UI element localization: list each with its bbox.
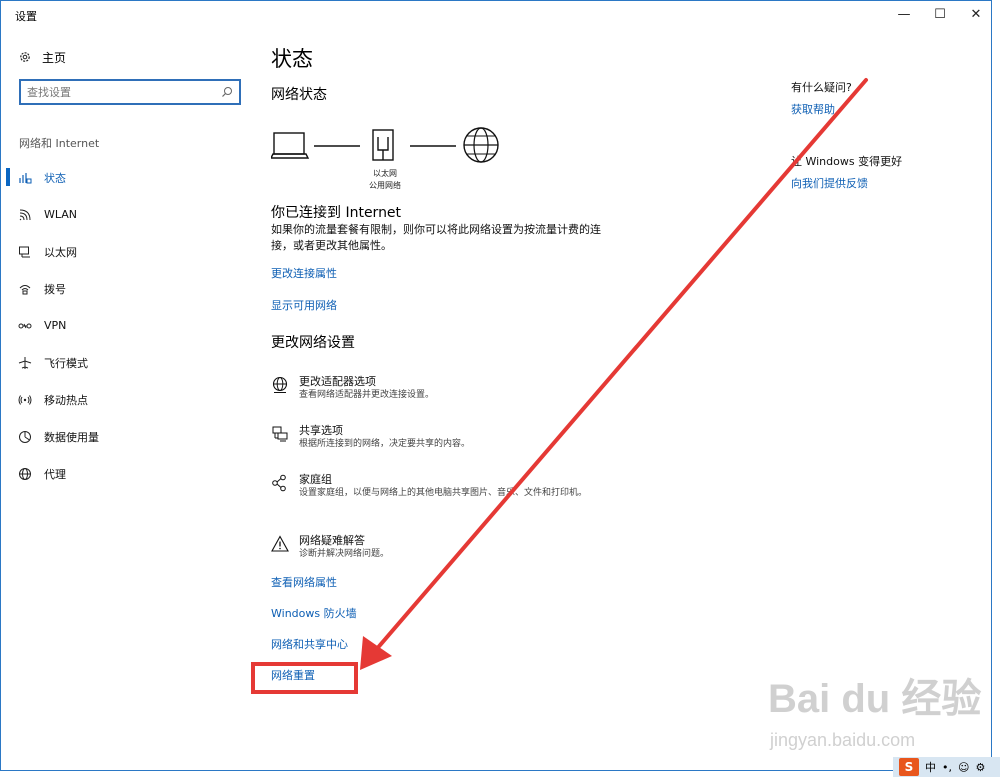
setting-description: 根据所连接到的网络，决定要共享的内容。 bbox=[299, 439, 471, 449]
hotspot-icon bbox=[18, 393, 32, 407]
data-usage-icon bbox=[18, 430, 32, 444]
sidebar-item-label: 飞行模式 bbox=[44, 356, 88, 370]
title-bar: 设置 — ☐ ✕ bbox=[1, 1, 991, 31]
sidebar-item-data-usage[interactable]: 数据使用量 bbox=[1, 418, 251, 455]
sidebar-item-label: 代理 bbox=[44, 467, 66, 481]
sidebar-item-label: 数据使用量 bbox=[44, 430, 99, 444]
connected-title: 你已连接到 Internet bbox=[271, 205, 402, 221]
settings-window: 设置 — ☐ ✕ 主页 网络和 Internet 状态 bbox=[0, 0, 992, 771]
network-sharing-center-link[interactable]: 网络和共享中心 bbox=[271, 636, 348, 652]
ethernet-label: 以太网 公用网络 bbox=[367, 168, 403, 192]
sidebar-item-label: 状态 bbox=[44, 171, 66, 185]
warning-icon bbox=[271, 535, 289, 553]
show-available-networks-link[interactable]: 显示可用网络 bbox=[271, 297, 337, 313]
ethernet-name: 以太网 bbox=[373, 169, 397, 178]
connected-description: 如果你的流量套餐有限制，则你可以将此网络设置为按流量计费的连接，或者更改其他属性… bbox=[271, 223, 601, 252]
proxy-icon bbox=[18, 467, 32, 481]
sidebar-item-wlan[interactable]: WLAN bbox=[1, 196, 251, 233]
sidebar-item-proxy[interactable]: 代理 bbox=[1, 455, 251, 492]
network-status-heading: 网络状态 bbox=[271, 87, 327, 103]
setting-adapter-options[interactable]: 更改适配器选项 查看网络适配器并更改连接设置。 bbox=[271, 374, 631, 402]
home-label: 主页 bbox=[42, 50, 67, 65]
minimize-button[interactable]: — bbox=[887, 1, 921, 27]
wlan-icon bbox=[18, 208, 32, 222]
feedback-link[interactable]: 向我们提供反馈 bbox=[791, 175, 868, 191]
annotation-highlight-box bbox=[251, 662, 358, 694]
sidebar-item-label: WLAN bbox=[44, 208, 78, 221]
setting-title: 家庭组 bbox=[299, 473, 332, 486]
sogou-ime-icon[interactable]: S bbox=[899, 758, 919, 776]
window-title: 设置 bbox=[15, 10, 37, 23]
punctuation-icon[interactable]: •, bbox=[942, 761, 952, 774]
search-input[interactable] bbox=[27, 85, 207, 99]
sidebar-item-airplane[interactable]: 飞行模式 bbox=[1, 344, 251, 381]
globe-icon bbox=[463, 127, 499, 163]
change-connection-properties-link[interactable]: 更改连接属性 bbox=[271, 265, 337, 281]
system-tray: S 中 •, ☺ ⚙ bbox=[893, 757, 1000, 777]
setting-description: 查看网络适配器并更改连接设置。 bbox=[299, 390, 435, 400]
sidebar-item-dialup[interactable]: 拨号 bbox=[1, 270, 251, 307]
sidebar-item-status[interactable]: 状态 bbox=[1, 159, 251, 196]
gear-icon bbox=[18, 50, 32, 64]
emoji-icon[interactable]: ☺ bbox=[958, 761, 969, 774]
question-heading: 有什么疑问? bbox=[791, 81, 852, 94]
setting-title: 网络疑难解答 bbox=[299, 534, 365, 547]
setting-sharing-options[interactable]: 共享选项 根据所连接到的网络，决定要共享的内容。 bbox=[271, 423, 631, 451]
search-box[interactable] bbox=[19, 79, 241, 105]
ethernet-port-icon bbox=[372, 129, 394, 161]
sidebar-item-ethernet[interactable]: 以太网 bbox=[1, 233, 251, 270]
homegroup-icon bbox=[271, 474, 289, 492]
sidebar-item-hotspot[interactable]: 移动热点 bbox=[1, 381, 251, 418]
view-network-properties-link[interactable]: 查看网络属性 bbox=[271, 574, 337, 590]
sidebar: 主页 网络和 Internet 状态 WLAN bbox=[1, 31, 251, 770]
sidebar-item-label: VPN bbox=[44, 319, 67, 332]
setting-homegroup[interactable]: 家庭组 设置家庭组，以便与网络上的其他电脑共享图片、音乐、文件和打印机。 bbox=[271, 472, 631, 500]
section-label: 网络和 Internet bbox=[19, 137, 100, 150]
ethernet-icon bbox=[18, 245, 32, 259]
sidebar-item-vpn[interactable]: VPN bbox=[1, 307, 251, 344]
sidebar-item-label: 移动热点 bbox=[44, 393, 88, 407]
airplane-icon bbox=[18, 356, 32, 370]
network-profile: 公用网络 bbox=[369, 181, 401, 190]
setting-description: 诊断并解决网络问题。 bbox=[299, 549, 390, 559]
improve-windows-heading: 让 Windows 变得更好 bbox=[791, 155, 903, 168]
windows-firewall-link[interactable]: Windows 防火墙 bbox=[271, 605, 357, 621]
setting-description: 设置家庭组，以便与网络上的其他电脑共享图片、音乐、文件和打印机。 bbox=[299, 488, 588, 498]
search-icon[interactable] bbox=[221, 83, 233, 102]
setting-troubleshoot[interactable]: 网络疑难解答 诊断并解决网络问题。 bbox=[271, 533, 631, 561]
setting-title: 共享选项 bbox=[299, 424, 343, 437]
laptop-icon bbox=[271, 132, 310, 159]
maximize-button[interactable]: ☐ bbox=[923, 1, 957, 27]
adapter-globe-icon bbox=[271, 376, 289, 394]
page-title: 状态 bbox=[271, 47, 313, 71]
sharing-icon bbox=[271, 425, 289, 443]
home-nav-item[interactable]: 主页 bbox=[18, 47, 66, 67]
sidebar-nav: 状态 WLAN 以太网 拨号 VPN 飞行模式 移动热点 数据使用量 代理 bbox=[1, 159, 251, 492]
vpn-icon bbox=[18, 319, 32, 333]
close-button[interactable]: ✕ bbox=[959, 1, 991, 27]
change-settings-heading: 更改网络设置 bbox=[271, 335, 355, 351]
get-help-link[interactable]: 获取帮助 bbox=[791, 101, 835, 117]
sidebar-item-label: 拨号 bbox=[44, 282, 66, 296]
ime-language-indicator[interactable]: 中 bbox=[925, 759, 936, 775]
settings-tool-icon[interactable]: ⚙ bbox=[975, 761, 985, 774]
setting-title: 更改适配器选项 bbox=[299, 375, 376, 388]
main-content: 状态 网络状态 以太网 公用网络 你已连接到 Internet 如果你的流量套餐… bbox=[271, 31, 751, 770]
dialup-icon bbox=[18, 282, 32, 296]
status-icon bbox=[18, 171, 32, 185]
sidebar-item-label: 以太网 bbox=[44, 245, 77, 259]
